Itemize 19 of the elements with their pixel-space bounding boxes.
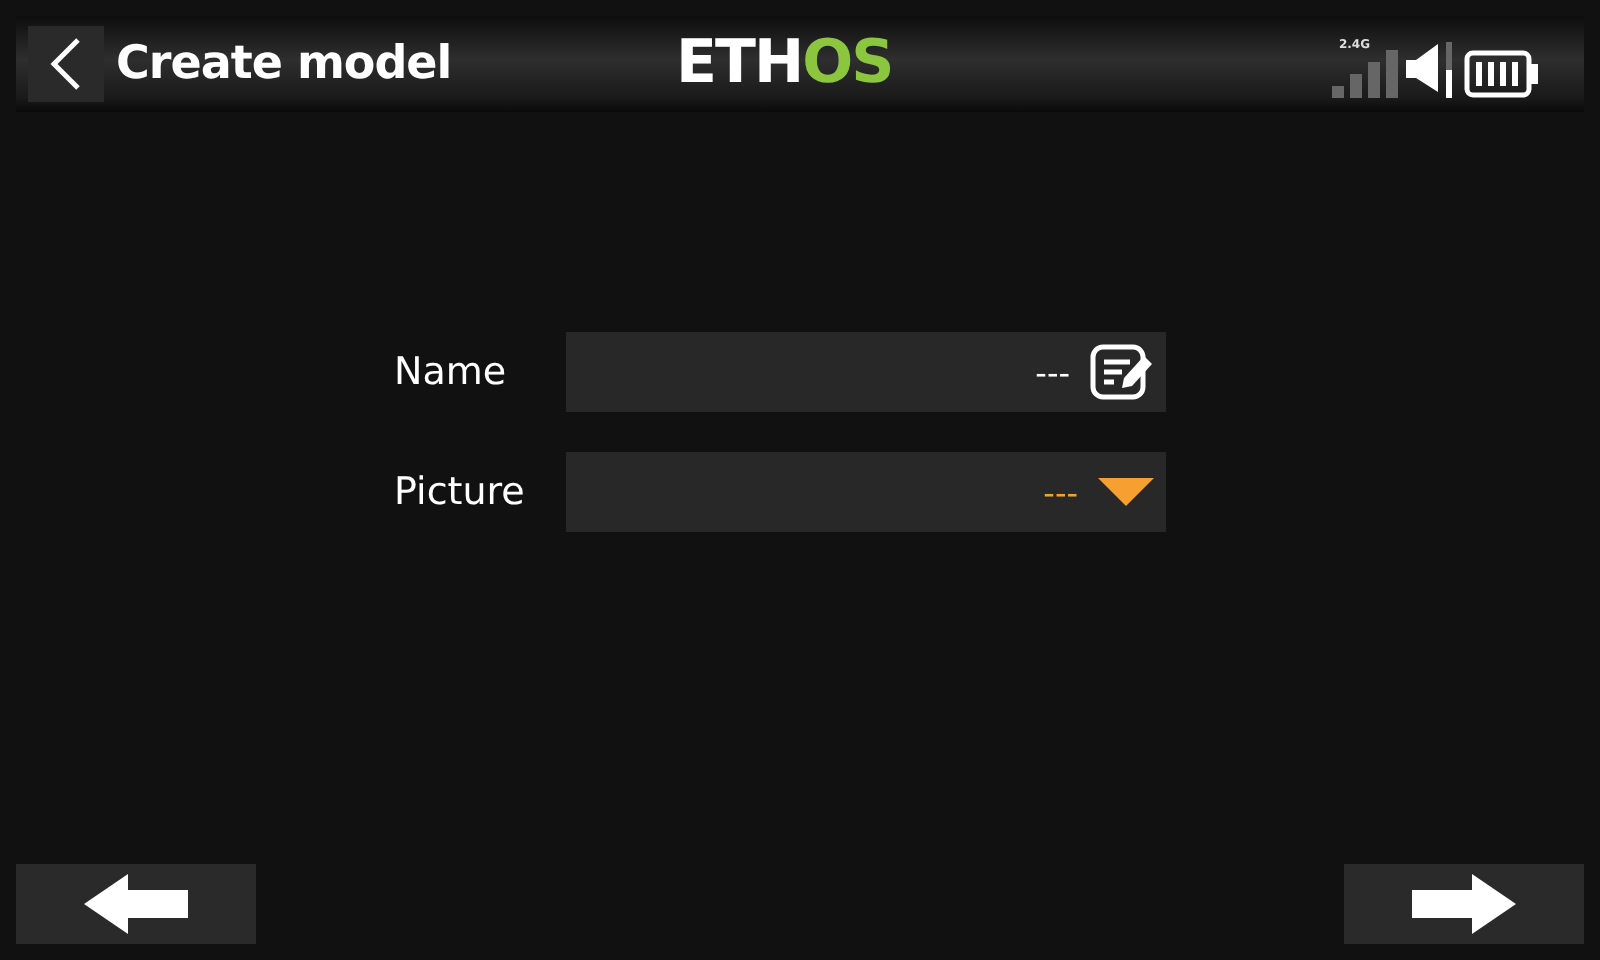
field-label: Picture — [394, 470, 527, 514]
field-value: --- — [1035, 353, 1070, 391]
dropdown-field[interactable]: --- — [566, 452, 1166, 532]
previous-button[interactable] — [16, 864, 256, 944]
field-value: --- — [1043, 473, 1078, 511]
logo: ETHOS — [676, 28, 893, 100]
battery-icon — [1464, 50, 1540, 98]
signal-icon — [1332, 50, 1400, 98]
field-label: Name — [394, 350, 509, 394]
next-button[interactable] — [1344, 864, 1584, 944]
chevron-left-icon — [50, 38, 82, 90]
back-button[interactable] — [28, 26, 104, 102]
window-title: Create model — [116, 38, 452, 90]
dropdown-caret-icon — [1098, 478, 1154, 506]
edit-icon — [1090, 344, 1154, 400]
input-field[interactable]: --- — [566, 332, 1166, 412]
left-arrow-icon — [84, 874, 188, 934]
right-arrow-icon — [1412, 874, 1516, 934]
speaker-icon — [1406, 42, 1458, 98]
